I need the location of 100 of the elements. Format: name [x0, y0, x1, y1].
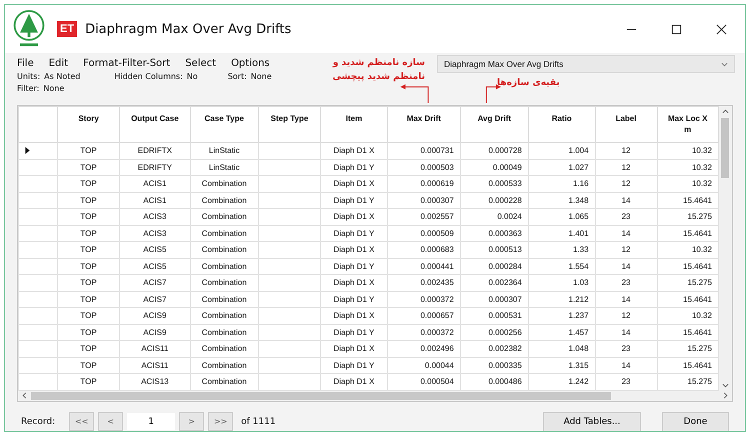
table-cell: Combination — [190, 340, 258, 357]
table-cell: 0.000509 — [387, 225, 460, 242]
table-cell: 15.4641 — [657, 258, 718, 274]
table-cell — [258, 258, 321, 274]
column-header[interactable]: Label — [595, 106, 657, 142]
table-cell: Combination — [190, 308, 258, 324]
table-cell: 0.000619 — [387, 176, 460, 192]
table-cell: 12 — [595, 159, 657, 176]
horizontal-scrollbar[interactable] — [18, 390, 732, 400]
scroll-left-icon[interactable] — [22, 392, 27, 399]
menu-item[interactable]: Format-Filter-Sort — [83, 58, 170, 69]
menu-item[interactable]: Edit — [48, 58, 68, 69]
table-cell: 0.000307 — [460, 291, 528, 308]
table-cell: 14 — [595, 258, 657, 274]
table-cell — [258, 208, 321, 225]
table-cell: 23 — [595, 208, 657, 225]
last-record-button[interactable]: >> — [208, 412, 234, 431]
column-header[interactable]: Step Type — [258, 106, 321, 142]
table-cell: Diaph D1 Y — [320, 159, 388, 176]
table-cell: ACIS3 — [120, 208, 190, 225]
table-cell — [258, 192, 321, 208]
table-cell: ACIS11 — [120, 340, 190, 357]
close-icon[interactable] — [716, 24, 727, 34]
add-tables-button[interactable]: Add Tables... — [543, 412, 641, 431]
info-value: None — [43, 84, 64, 93]
table-cell: Diaph D1 Y — [320, 324, 388, 340]
table-cell: Combination — [190, 192, 258, 208]
table-cell: 1.401 — [528, 225, 596, 242]
table-cell: TOP — [58, 374, 120, 390]
column-header[interactable]: Case Type — [190, 106, 258, 142]
table-cell: 14 — [595, 357, 657, 374]
table-cell: Diaph D1 X — [320, 374, 388, 390]
table-cell: 0.00049 — [460, 159, 528, 176]
vertical-scrollbar[interactable] — [718, 106, 732, 390]
table-cell: 0.000657 — [387, 308, 460, 324]
table-cell: 0.000486 — [460, 374, 528, 390]
scroll-right-icon[interactable] — [723, 392, 728, 399]
table-cell: 12 — [595, 308, 657, 324]
column-header[interactable]: Ratio — [528, 106, 596, 142]
table-cell: Combination — [190, 176, 258, 192]
column-header[interactable]: Avg Drift — [460, 106, 528, 142]
table-cell: 0.000228 — [460, 192, 528, 208]
table-cell: 15.4641 — [657, 225, 718, 242]
table-cell: TOP — [58, 357, 120, 374]
column-header[interactable]: Max Loc X m — [657, 106, 718, 142]
table-cell: TOP — [58, 225, 120, 242]
info-value: As Noted — [44, 72, 80, 81]
next-record-button[interactable]: > — [179, 412, 204, 431]
column-header[interactable]: Story — [58, 106, 120, 142]
info-label: Filter: — [17, 84, 40, 93]
column-header[interactable]: Item — [320, 106, 388, 142]
column-header[interactable]: Output Case — [120, 106, 190, 142]
table-cell: Diaph D1 X — [320, 242, 388, 258]
table-cell: 1.33 — [528, 242, 596, 258]
current-row-icon — [25, 147, 30, 154]
maximize-icon[interactable] — [671, 24, 682, 34]
table-cell: Combination — [190, 324, 258, 340]
table-select[interactable]: Diaphragm Max Over Avg Drifts — [437, 55, 735, 73]
previous-record-button[interactable]: < — [98, 412, 124, 431]
table-cell: Diaph D1 Y — [320, 258, 388, 274]
table-cell: 0.002364 — [460, 274, 528, 291]
table-cell: 0.000731 — [387, 142, 460, 159]
table-cell: Combination — [190, 357, 258, 374]
record-field[interactable]: 1 — [127, 413, 176, 430]
table-cell: Diaph D1 Y — [320, 225, 388, 242]
menu-item[interactable]: Options — [231, 58, 270, 69]
table-cell: TOP — [58, 291, 120, 308]
menu-item[interactable]: Select — [185, 58, 216, 69]
table-cell: 0.000683 — [387, 242, 460, 258]
scrollbar-thumb[interactable] — [31, 392, 611, 400]
table-cell — [258, 324, 321, 340]
table-cell: 10.32 — [657, 308, 718, 324]
table-cell: TOP — [58, 324, 120, 340]
table-cell: 14 — [595, 225, 657, 242]
table-cell — [258, 274, 321, 291]
column-header[interactable]: Max Drift — [387, 106, 460, 142]
table-cell: 10.32 — [657, 176, 718, 192]
info-label: Hidden Columns: — [114, 72, 183, 81]
first-record-button[interactable]: << — [69, 412, 94, 431]
scrollbar-thumb[interactable] — [721, 118, 730, 178]
row-header[interactable] — [18, 142, 58, 159]
table-cell — [258, 308, 321, 324]
table-cell: 1.212 — [528, 291, 596, 308]
table-cell: 15.4641 — [657, 357, 718, 374]
table-cell: 1.16 — [528, 176, 596, 192]
scroll-up-icon[interactable] — [722, 109, 729, 114]
info-label: Sort: — [228, 72, 247, 81]
table-cell: 1.048 — [528, 340, 596, 357]
table-cell — [258, 357, 321, 374]
table-cell: 1.315 — [528, 357, 596, 374]
table-cell: Combination — [190, 208, 258, 225]
table-cell: Combination — [190, 291, 258, 308]
table-cell: 0.000335 — [460, 357, 528, 374]
table-cell: TOP — [58, 340, 120, 357]
scroll-down-icon[interactable] — [722, 382, 729, 388]
info-label: Units: — [17, 72, 40, 81]
menu-item[interactable]: File — [17, 58, 34, 69]
annotation-text: سازه نامنظم شدید و — [332, 57, 425, 70]
table-cell: 10.32 — [657, 142, 718, 159]
done-button[interactable]: Done — [662, 412, 729, 431]
